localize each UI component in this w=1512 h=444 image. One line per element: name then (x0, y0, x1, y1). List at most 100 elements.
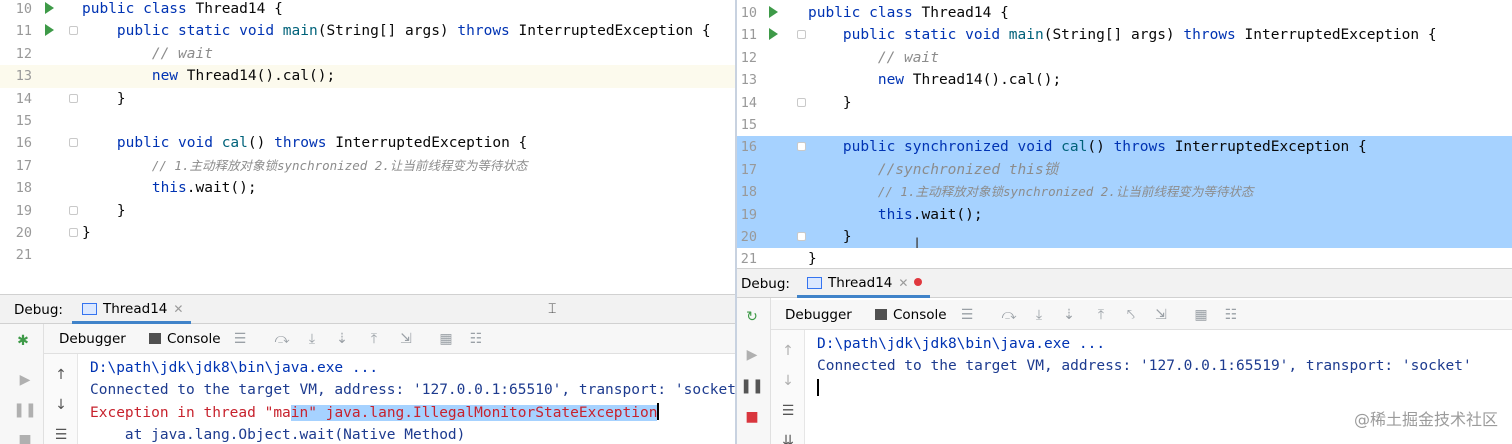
run-gutter-icon[interactable] (45, 2, 54, 14)
close-icon[interactable]: ✕ (898, 276, 908, 290)
code-line[interactable]: 11 public static void main(String[] args… (737, 24, 1512, 46)
stop-icon[interactable]: ■ (14, 429, 36, 444)
fold-marker-icon[interactable] (797, 97, 806, 107)
resume-icon[interactable]: ▶ (14, 369, 36, 391)
evaluate-icon[interactable]: ▦ (436, 330, 456, 348)
scroll-down-icon[interactable]: ↓ (50, 394, 72, 416)
scroll-to-end-icon[interactable]: ⇊ (777, 430, 799, 444)
code-line[interactable]: 17 //synchronized this锁 (737, 158, 1512, 182)
line-number[interactable]: 13 (0, 65, 36, 87)
code-line[interactable]: 19 } (0, 200, 737, 222)
debug-bug-icon[interactable]: ✱ (12, 330, 34, 352)
tab-console[interactable]: Console (875, 307, 947, 323)
code-line[interactable]: 14 } (0, 88, 737, 110)
tab-console[interactable]: Console (149, 331, 221, 347)
fold-marker-icon[interactable] (69, 228, 78, 237)
code-line[interactable]: 15 (0, 110, 737, 132)
run-gutter-icon[interactable] (45, 24, 54, 37)
code-line[interactable]: 21 (0, 244, 737, 266)
soft-wrap-icon[interactable]: ☰ (777, 400, 799, 422)
line-number[interactable]: 14 (0, 88, 36, 110)
line-number[interactable]: 20 (737, 226, 761, 248)
line-number[interactable]: 10 (0, 0, 36, 20)
code-line[interactable]: 20 } (737, 226, 1512, 249)
line-number[interactable]: 20 (0, 222, 36, 244)
run-gutter-icon[interactable] (769, 28, 778, 41)
code-line[interactable]: 18 // 1.主动释放对象锁synchronized 2.让当前线程变为等待状… (737, 181, 1512, 204)
resume-icon[interactable]: ▶ (741, 344, 763, 366)
close-icon[interactable]: ✕ (173, 302, 183, 316)
fold-marker-icon[interactable] (69, 205, 78, 215)
menu-icon[interactable]: ☰ (230, 330, 250, 348)
run-to-cursor-icon[interactable]: ⇲ (1151, 306, 1171, 324)
settings-icon[interactable]: ☷ (1221, 306, 1241, 324)
soft-wrap-icon[interactable]: ☰ (50, 424, 72, 444)
pause-icon[interactable]: ❚❚ (13, 399, 36, 421)
tab-debugger[interactable]: Debugger (59, 331, 126, 347)
code-line[interactable]: 17 // 1.主动释放对象锁synchronized 2.让当前线程变为等待状… (0, 155, 737, 177)
line-number[interactable]: 12 (737, 47, 761, 69)
code-line[interactable]: 11 public static void main(String[] args… (0, 20, 737, 42)
fold-marker-icon[interactable] (797, 30, 806, 40)
evaluate-icon[interactable]: ▦ (1191, 306, 1211, 324)
line-number[interactable]: 16 (737, 136, 761, 158)
code-line[interactable]: 13 new Thread14().cal(); (737, 69, 1512, 91)
step-into-icon[interactable]: ⤓ (1029, 306, 1049, 324)
line-number[interactable]: 19 (0, 200, 36, 222)
line-number[interactable]: 19 (737, 204, 761, 226)
line-number[interactable]: 11 (0, 20, 36, 42)
debug-session-tab[interactable]: Thread14 ✕ (797, 269, 931, 298)
step-out-icon[interactable]: ⤒ (1091, 306, 1111, 324)
line-number[interactable]: 14 (737, 92, 761, 114)
code-line[interactable]: 16 public synchronized void cal() throws… (737, 136, 1512, 159)
run-to-cursor-icon[interactable]: ⇲ (396, 330, 416, 348)
code-line[interactable]: 20} (0, 222, 737, 244)
fold-marker-icon[interactable] (797, 142, 806, 152)
rerun-icon[interactable]: ↻ (741, 306, 763, 328)
line-number[interactable]: 15 (0, 110, 36, 132)
code-line[interactable]: 10 public class Thread14 { (0, 0, 737, 20)
step-over-icon[interactable]: ⤼ (272, 330, 292, 348)
code-line[interactable]: 13 new Thread14().cal(); (0, 65, 737, 88)
fold-marker-icon[interactable] (69, 26, 78, 36)
line-number[interactable]: 11 (737, 24, 761, 46)
force-step-into-icon[interactable]: ⇣ (332, 330, 352, 348)
console-output[interactable]: D:\path\jdk\jdk8\bin\java.exe ... Connec… (90, 357, 737, 444)
code-line[interactable]: 18 this.wait(); (0, 177, 737, 199)
fold-marker-icon[interactable] (69, 138, 78, 148)
scroll-up-icon[interactable]: ↑ (777, 340, 799, 362)
scroll-down-icon[interactable]: ↓ (777, 370, 799, 392)
step-into-icon[interactable]: ⤓ (302, 330, 322, 348)
fold-marker-icon[interactable] (797, 232, 806, 241)
code-line[interactable]: 19 this.wait(); (737, 203, 1512, 226)
pause-icon[interactable]: ❚❚ (740, 375, 763, 397)
line-number[interactable]: 21 (0, 244, 36, 266)
code-line[interactable]: 14 } (737, 92, 1512, 114)
line-number[interactable]: 15 (737, 114, 761, 136)
line-number[interactable]: 13 (737, 69, 761, 91)
line-number[interactable]: 17 (0, 155, 36, 177)
settings-icon[interactable]: ☷ (466, 330, 486, 348)
drop-frame-icon[interactable]: ⤣ (1121, 306, 1141, 324)
fold-marker-icon[interactable] (69, 93, 78, 103)
debug-session-tab[interactable]: Thread14 ✕ (72, 295, 192, 324)
console-input-line[interactable] (817, 378, 819, 400)
line-number[interactable]: 10 (737, 2, 761, 24)
code-line[interactable]: 12 // wait (0, 43, 737, 65)
line-number[interactable]: 18 (0, 177, 36, 199)
scroll-up-icon[interactable]: ↑ (50, 364, 72, 386)
line-number[interactable]: 17 (737, 159, 761, 181)
menu-icon[interactable]: ☰ (957, 306, 977, 324)
line-number[interactable]: 16 (0, 132, 36, 154)
tab-debugger[interactable]: Debugger (785, 307, 852, 323)
stop-icon[interactable]: ■ (741, 406, 763, 428)
code-line[interactable]: 15 (737, 114, 1512, 136)
force-step-into-icon[interactable]: ⇣ (1059, 306, 1079, 324)
run-gutter-icon[interactable] (769, 6, 778, 18)
code-line[interactable]: 10 public class Thread14 { (737, 2, 1512, 24)
code-line[interactable]: 16 public void cal() throws InterruptedE… (0, 132, 737, 154)
line-number[interactable]: 12 (0, 43, 36, 65)
step-over-icon[interactable]: ⤼ (999, 306, 1019, 324)
code-line[interactable]: 12 // wait (737, 47, 1512, 69)
line-number[interactable]: 18 (737, 181, 761, 203)
